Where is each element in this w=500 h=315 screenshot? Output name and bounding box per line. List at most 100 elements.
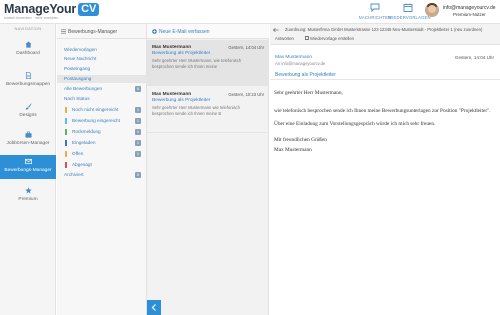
reader-date: Gestern, 14:04 Uhr: [454, 55, 494, 60]
create-template-button[interactable]: Wiedervorlage erstellen: [310, 36, 354, 41]
main-sidebar: NAVIGATION Dashboard Bewerbungsmappen De…: [0, 24, 56, 315]
avatar-face: [428, 5, 436, 13]
count-badge: 0: [135, 172, 141, 178]
body-greeting: Sehr geehrter Herr Mustermann,: [274, 90, 343, 96]
folder-label: Offen: [72, 151, 84, 156]
collapse-panel-button[interactable]: [147, 300, 161, 315]
folder-panel-header: Bewerbungs-Manager: [57, 24, 147, 39]
reader-toolbar: Zuordnung: Musterfirma GmbH Musterstrass…: [270, 24, 500, 45]
count-badge: 1: [135, 151, 141, 157]
brand-name: ManageYour: [4, 2, 77, 16]
user-plan: Premium-Nutzer: [453, 12, 486, 17]
brand-tagline: einfach bewerben · mehr erreichen: [4, 16, 59, 20]
home-icon: [24, 41, 32, 48]
count-badge: 1: [135, 118, 141, 124]
reader-subject: Bewerbung als Projektleiter: [275, 72, 336, 78]
star-icon: [24, 187, 32, 194]
message-subject: Bewerbung als Projektleiter: [152, 98, 211, 103]
user-avatar[interactable]: [425, 3, 439, 17]
calendar-icon: [403, 3, 413, 12]
briefcase-icon: [24, 131, 32, 138]
plus-circle-icon: [152, 29, 157, 34]
count-badge: 5: [135, 86, 141, 92]
folder-status-declined[interactable]: Abgesagt: [57, 161, 147, 169]
body-paragraph: wie telefonisch besprochen sende ich Ihn…: [274, 108, 491, 115]
message-subject: Bewerbung als Projektleiter: [152, 51, 211, 56]
divider: [270, 79, 500, 80]
status-color-bar: [65, 162, 67, 168]
folder-by-status[interactable]: Nach Status: [57, 95, 147, 103]
folder-label: Archiviert: [64, 172, 84, 177]
message-date: Gestern, 10:23 Uhr: [228, 92, 264, 97]
file-icon: [25, 72, 31, 79]
user-email[interactable]: info@manageyourcv.de: [443, 5, 496, 11]
message-preview: Sehr geehrter Herr Mustermann, wie telef…: [152, 58, 242, 69]
folder-archived[interactable]: Archiviert 0: [57, 171, 147, 179]
folder-status-open[interactable]: Offen 1: [57, 150, 147, 158]
status-color-bar: [65, 151, 67, 157]
sidebar-heading: NAVIGATION: [14, 26, 42, 31]
folder-label: Noch nicht eingereicht: [72, 107, 119, 112]
brand-badge: CV: [78, 2, 100, 16]
envelope-icon: [24, 158, 32, 165]
status-color-bar: [65, 118, 67, 124]
status-color-bar: [65, 129, 67, 135]
top-header: ManageYour CV einfach bewerben · mehr er…: [0, 0, 500, 24]
body-paragraph: Über eine Einladung zum Vorstellungsgesp…: [274, 120, 436, 127]
count-badge: 1: [135, 140, 141, 146]
message-body: Sehr geehrter Herr Mustermann, wie telef…: [274, 90, 494, 160]
chat-icon: [370, 3, 380, 12]
sidebar-item-designs[interactable]: Designs: [0, 100, 56, 120]
folder-status-feedback[interactable]: Rückmeldung 1: [57, 128, 147, 136]
message-item[interactable]: Max Mustermann Gestern, 14:04 Uhr Bewerb…: [147, 40, 269, 86]
body-closing: Mit freundlichen Grüßen: [274, 137, 327, 144]
folder-panel-title: Bewerbungs-Manager: [68, 29, 118, 35]
folder-inbox[interactable]: Posteingang: [57, 65, 147, 73]
sidebar-item-job-boards[interactable]: Jobbörsen-Manager: [0, 128, 56, 148]
folder-status-not-submitted[interactable]: Noch nicht eingereicht 1: [57, 106, 147, 114]
sidebar-item-application-folders[interactable]: Bewerbungsmappen: [0, 69, 56, 89]
message-sender: Max Mustermann: [152, 92, 192, 97]
sidebar-item-premium[interactable]: Premium: [0, 184, 56, 204]
count-badge: 1: [135, 107, 141, 113]
folder-label: Posteingang: [64, 66, 91, 71]
templates-label: WIEDERVORLAGEN: [388, 15, 431, 20]
folder-panel: Bewerbungs-Manager Wiedervorlagen Neue N…: [57, 24, 147, 315]
reader-sender: Max Mustermann: [275, 55, 313, 60]
sidebar-item-label: Premium: [18, 197, 38, 202]
body-signature: Max Mustermann: [274, 147, 312, 154]
compose-label: Neue E-Mail verfassen: [159, 29, 210, 35]
chevron-left-icon: [151, 304, 156, 311]
message-sender: Max Mustermann: [152, 45, 192, 50]
sidebar-item-application-manager[interactable]: Bewerbungs-Manager: [0, 155, 56, 179]
sidebar-item-dashboard[interactable]: Dashboard: [0, 38, 56, 58]
templates-button[interactable]: WIEDERVORLAGEN: [388, 3, 431, 20]
folder-status-submitted[interactable]: Bewerbung eingereicht 1: [57, 117, 147, 125]
checkbox-icon[interactable]: [305, 36, 309, 40]
sidebar-item-label: Bewerbungs-Manager: [4, 168, 52, 173]
reply-arrow-icon: [273, 28, 279, 32]
folder-all-applications[interactable]: Alle Bewerbungen 5: [57, 85, 147, 93]
reply-button[interactable]: Antworten: [275, 36, 294, 41]
sidebar-item-label: Jobbörsen-Manager: [6, 141, 50, 146]
folder-label: Rückmeldung: [72, 129, 101, 134]
message-preview: Sehr geehrter Herr Mustermann wie telefo…: [152, 105, 240, 116]
sidebar-item-label: Dashboard: [16, 51, 40, 56]
folder-label: Bewerbung eingereicht: [72, 118, 120, 123]
assignment-info[interactable]: Zuordnung: Musterfirma GmbH Musterstrass…: [285, 27, 482, 32]
folder-outbox[interactable]: Postausgang: [57, 75, 147, 83]
brand-logo[interactable]: ManageYour CV: [4, 2, 100, 16]
folder-status-invited[interactable]: Eingeladen 1: [57, 139, 147, 147]
reader-recipient: An info@manageyourcv.de: [275, 61, 326, 66]
message-item[interactable]: Max Mustermann Gestern, 10:23 Uhr Bewerb…: [147, 87, 269, 133]
folder-label: Wiedervorlagen: [64, 47, 97, 52]
sidebar-item-label: Designs: [19, 113, 37, 118]
folder-new-message[interactable]: Neue Nachricht: [57, 55, 147, 63]
message-list: Neue E-Mail verfassen Max Mustermann Ges…: [147, 24, 269, 315]
folder-templates[interactable]: Wiedervorlagen: [57, 46, 147, 54]
compose-button[interactable]: Neue E-Mail verfassen: [147, 24, 269, 39]
brush-icon: [25, 103, 32, 110]
status-color-bar: [65, 107, 67, 113]
folder-label: Abgesagt: [72, 162, 92, 167]
reading-pane: Zuordnung: Musterfirma GmbH Musterstrass…: [270, 24, 500, 315]
